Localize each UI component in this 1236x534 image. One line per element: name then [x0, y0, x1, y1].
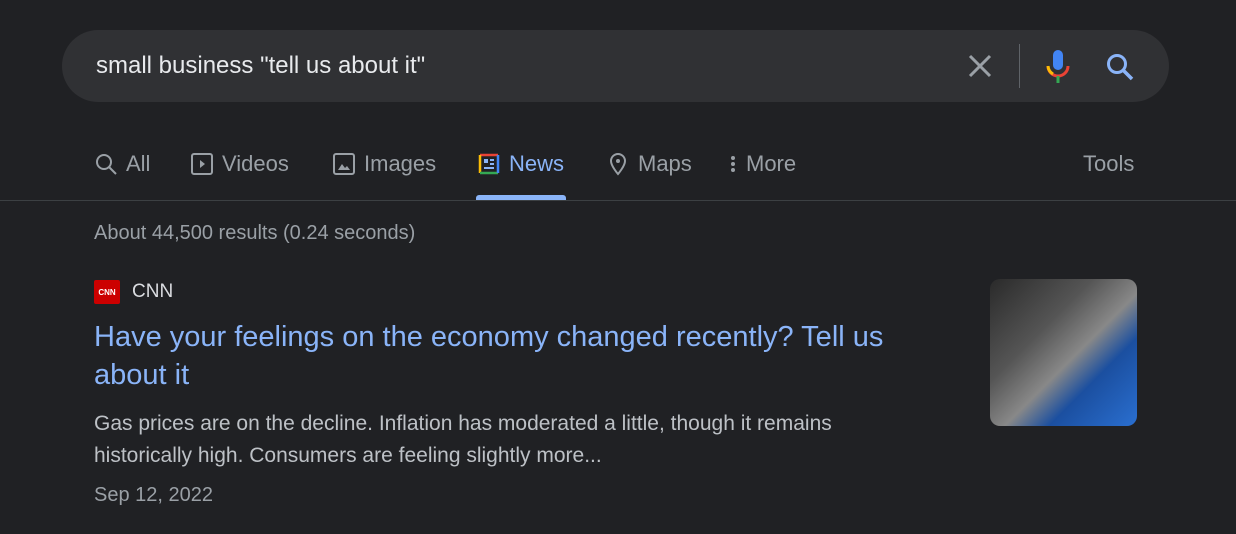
tab-images[interactable]: Images	[332, 151, 436, 177]
tools-button[interactable]: Tools	[1083, 151, 1134, 177]
search-icon[interactable]	[1105, 52, 1135, 82]
dots-vertical-icon	[731, 156, 735, 172]
tab-label: News	[509, 151, 565, 176]
search-icon	[96, 154, 117, 175]
tab-maps[interactable]: Maps	[606, 151, 692, 177]
result-date: Sep 12, 2022	[94, 484, 213, 506]
tab-label: More	[746, 151, 797, 176]
tab-label: All	[126, 151, 151, 176]
tools-label: Tools	[1083, 151, 1135, 176]
active-tab-indicator	[476, 195, 566, 200]
cnn-logo: CNN	[94, 280, 120, 304]
result-stats: About 44,500 results (0.24 seconds)	[94, 222, 416, 244]
microphone-icon[interactable]	[1044, 50, 1072, 84]
divider	[1019, 44, 1020, 88]
result-source[interactable]: CNN CNN	[94, 280, 173, 304]
tab-all[interactable]: All	[94, 151, 150, 177]
tab-news[interactable]: News	[477, 151, 564, 177]
source-name: CNN	[132, 281, 174, 302]
search-box[interactable]: small business "tell us about it"	[62, 30, 1169, 102]
tab-label: Images	[364, 151, 437, 176]
play-icon	[191, 153, 213, 175]
result-snippet: Gas prices are on the decline. Inflation…	[94, 412, 832, 467]
map-pin-icon	[609, 153, 627, 176]
tab-label: Videos	[222, 151, 289, 176]
news-icon	[478, 153, 500, 175]
tab-videos[interactable]: Videos	[190, 151, 289, 177]
tab-more[interactable]: More	[728, 151, 796, 177]
tab-label: Maps	[638, 151, 692, 176]
tab-bar: All Videos Images News Maps More Tools	[0, 140, 1236, 201]
result-title-link[interactable]: Have your feelings on the economy change…	[94, 318, 944, 394]
search-input[interactable]: small business "tell us about it"	[96, 52, 425, 80]
image-icon	[333, 153, 355, 175]
result-thumbnail[interactable]	[990, 279, 1137, 426]
clear-icon[interactable]	[966, 52, 994, 80]
